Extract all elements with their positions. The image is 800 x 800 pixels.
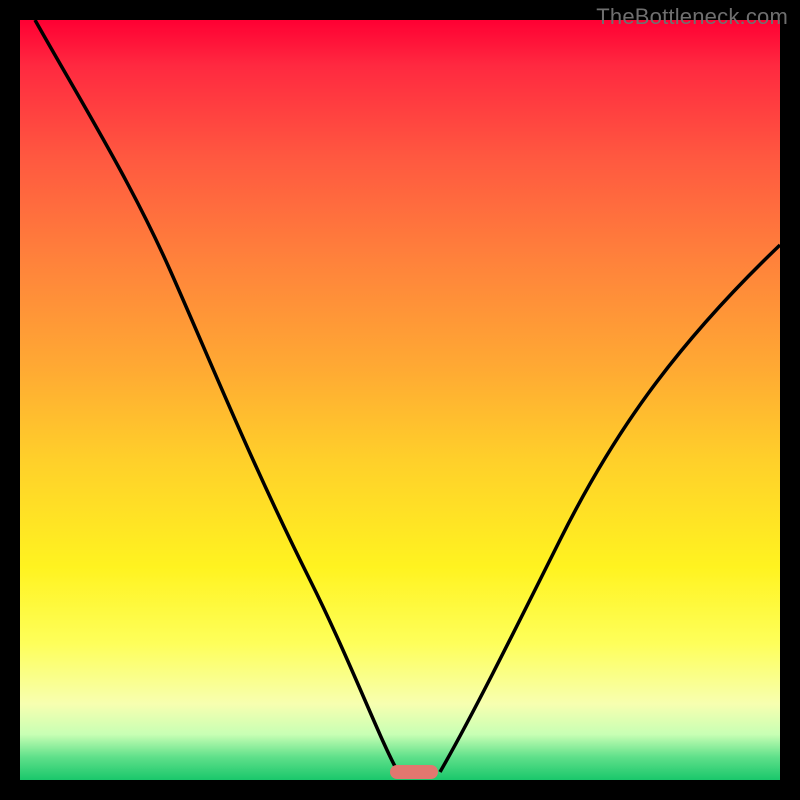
bottleneck-curve bbox=[20, 20, 780, 780]
curve-left-branch bbox=[35, 20, 398, 772]
chart-frame: TheBottleneck.com bbox=[0, 0, 800, 800]
watermark-text: TheBottleneck.com bbox=[596, 4, 788, 30]
plot-area bbox=[20, 20, 780, 780]
optimal-marker bbox=[390, 765, 438, 779]
curve-right-branch bbox=[440, 245, 780, 772]
